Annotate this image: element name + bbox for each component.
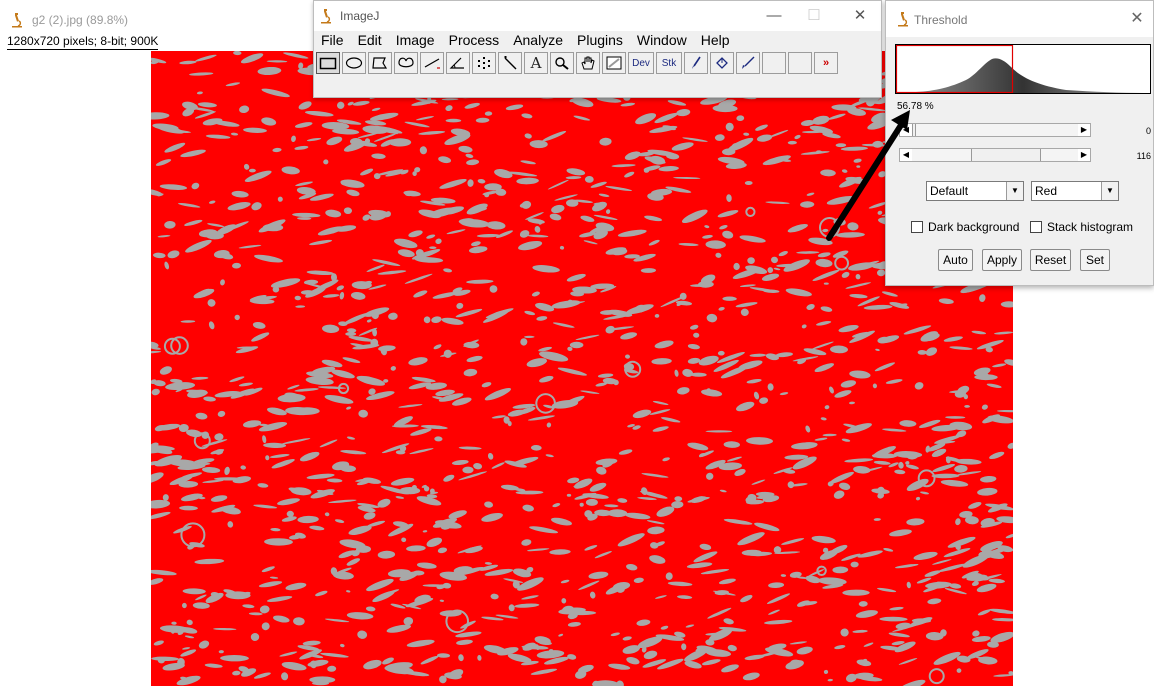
chevron-down-icon: ▼: [1101, 182, 1118, 200]
close-button[interactable]: ✕: [1125, 7, 1149, 31]
dev-menu-label: Dev: [632, 57, 650, 69]
brush-tool-icon: [692, 56, 701, 69]
freehand-tool[interactable]: [394, 52, 418, 74]
max-threshold-value: 116: [1136, 151, 1151, 161]
left-arrow-icon[interactable]: ◀: [900, 149, 912, 161]
method-select-value: Default: [930, 184, 969, 198]
min-threshold-value: 0: [1145, 126, 1151, 136]
histogram-plot: [895, 44, 1150, 94]
status-bar: [316, 77, 879, 95]
image-info-text: 1280x720 pixels; 8-bit; 900K: [7, 34, 159, 50]
stack-histogram-checkbox[interactable]: [1030, 221, 1042, 233]
menu-analyze[interactable]: Analyze: [506, 29, 570, 51]
menu-image[interactable]: Image: [389, 29, 442, 51]
flood-fill-tool[interactable]: [710, 52, 734, 74]
more-tools-button[interactable]: »: [814, 52, 838, 74]
chevron-down-icon: ▼: [1006, 182, 1023, 200]
pencil-tool[interactable]: [736, 52, 760, 74]
menu-process[interactable]: Process: [442, 29, 507, 51]
flood-fill-tool-icon: [716, 57, 728, 69]
left-arrow-icon[interactable]: ◀: [900, 124, 912, 136]
point-tool[interactable]: [472, 52, 496, 74]
angle-tool[interactable]: [446, 52, 470, 74]
pencil-tool-icon: [742, 56, 755, 69]
menu-file[interactable]: File: [314, 29, 351, 51]
color-picker-tool-icon: [606, 56, 622, 70]
imagej-main-window: ImageJ — ☐ ✕ File Edit Image Process Ana…: [313, 0, 882, 98]
display-select[interactable]: Red ▼: [1031, 181, 1119, 201]
oval-tool-icon: [345, 57, 363, 69]
hand-tool[interactable]: [576, 52, 600, 74]
line-tool[interactable]: [420, 52, 444, 74]
stk-menu-label: Stk: [661, 57, 677, 69]
set-button[interactable]: Set: [1080, 249, 1110, 271]
dev-menu-tool[interactable]: Dev: [628, 52, 654, 74]
menu-window[interactable]: Window: [630, 29, 694, 51]
wand-tool-icon: [504, 56, 517, 70]
method-select[interactable]: Default ▼: [926, 181, 1024, 201]
max-threshold-slider[interactable]: ◀ ▶: [899, 148, 1091, 162]
dark-background-checkbox[interactable]: [911, 221, 923, 233]
stack-histogram-label: Stack histogram: [1047, 220, 1134, 234]
imagej-title: ImageJ: [340, 9, 380, 23]
polygon-tool-icon: [372, 57, 388, 69]
hand-tool-icon: [581, 56, 595, 70]
point-tool-icon: [478, 57, 490, 69]
wand-tool[interactable]: [498, 52, 522, 74]
stk-menu-tool[interactable]: Stk: [656, 52, 682, 74]
freehand-tool-icon: [398, 57, 414, 68]
threshold-title: Threshold: [914, 13, 968, 27]
thresholded-image: [151, 51, 1013, 686]
min-threshold-slider[interactable]: ◀ ▶: [899, 123, 1091, 137]
display-select-value: Red: [1035, 184, 1058, 198]
menu-plugins[interactable]: Plugins: [570, 29, 630, 51]
dark-background-option[interactable]: Dark background: [911, 220, 1019, 234]
menu-help[interactable]: Help: [694, 29, 737, 51]
empty-tool-slot[interactable]: [762, 52, 786, 74]
line-tool-icon: [424, 58, 440, 69]
threshold-window: Threshold ✕ 56.78 % ◀ ▶ 0 ◀ ▶ 116 Defaul…: [885, 0, 1154, 286]
microscope-icon: [321, 9, 331, 24]
magnifier-tool[interactable]: [550, 52, 574, 74]
histogram: [895, 44, 1151, 94]
min-slider-thumb[interactable]: [912, 124, 916, 136]
color-picker-tool[interactable]: [602, 52, 626, 74]
brush-tool[interactable]: [684, 52, 708, 74]
angle-tool-icon: [449, 57, 464, 69]
reset-button[interactable]: Reset: [1030, 249, 1071, 271]
menu-edit[interactable]: Edit: [351, 29, 389, 51]
stack-histogram-option[interactable]: Stack histogram: [1030, 220, 1133, 234]
right-arrow-icon[interactable]: ▶: [1078, 124, 1090, 136]
tool-bar: A Dev Stk »: [316, 52, 840, 74]
threshold-titlebar[interactable]: Threshold ✕: [886, 1, 1153, 37]
histogram-curve: [896, 58, 1150, 93]
image-window-title-row: g2 (2).jpg (89.8%): [10, 10, 128, 30]
microscope-icon: [898, 12, 908, 27]
thresholded-image-canvas[interactable]: [151, 51, 1013, 686]
empty-tool-slot[interactable]: [788, 52, 812, 74]
magnifier-tool-icon: [555, 57, 569, 70]
apply-button[interactable]: Apply: [982, 249, 1022, 271]
image-window: g2 (2).jpg (89.8%) 1280x720 pixels; 8-bi…: [0, 0, 310, 50]
text-tool-icon: A: [530, 54, 542, 72]
auto-button[interactable]: Auto: [938, 249, 973, 271]
rectangle-tool-icon: [319, 57, 337, 70]
menu-bar: File Edit Image Process Analyze Plugins …: [314, 29, 737, 51]
text-tool[interactable]: A: [524, 52, 548, 74]
microscope-icon: [12, 13, 22, 28]
rectangle-tool[interactable]: [316, 52, 340, 74]
polygon-tool[interactable]: [368, 52, 392, 74]
minimize-button[interactable]: —: [756, 4, 792, 28]
oval-tool[interactable]: [342, 52, 366, 74]
maximize-button[interactable]: ☐: [796, 4, 832, 28]
more-tools-icon: »: [822, 57, 830, 69]
imagej-titlebar[interactable]: ImageJ — ☐ ✕: [314, 1, 881, 31]
close-button[interactable]: ✕: [842, 4, 878, 28]
threshold-percent: 56.78 %: [897, 101, 934, 112]
max-slider-thumb[interactable]: [970, 149, 1041, 161]
image-window-title: g2 (2).jpg (89.8%): [32, 13, 129, 27]
dark-background-label: Dark background: [928, 220, 1020, 234]
right-arrow-icon[interactable]: ▶: [1078, 149, 1090, 161]
